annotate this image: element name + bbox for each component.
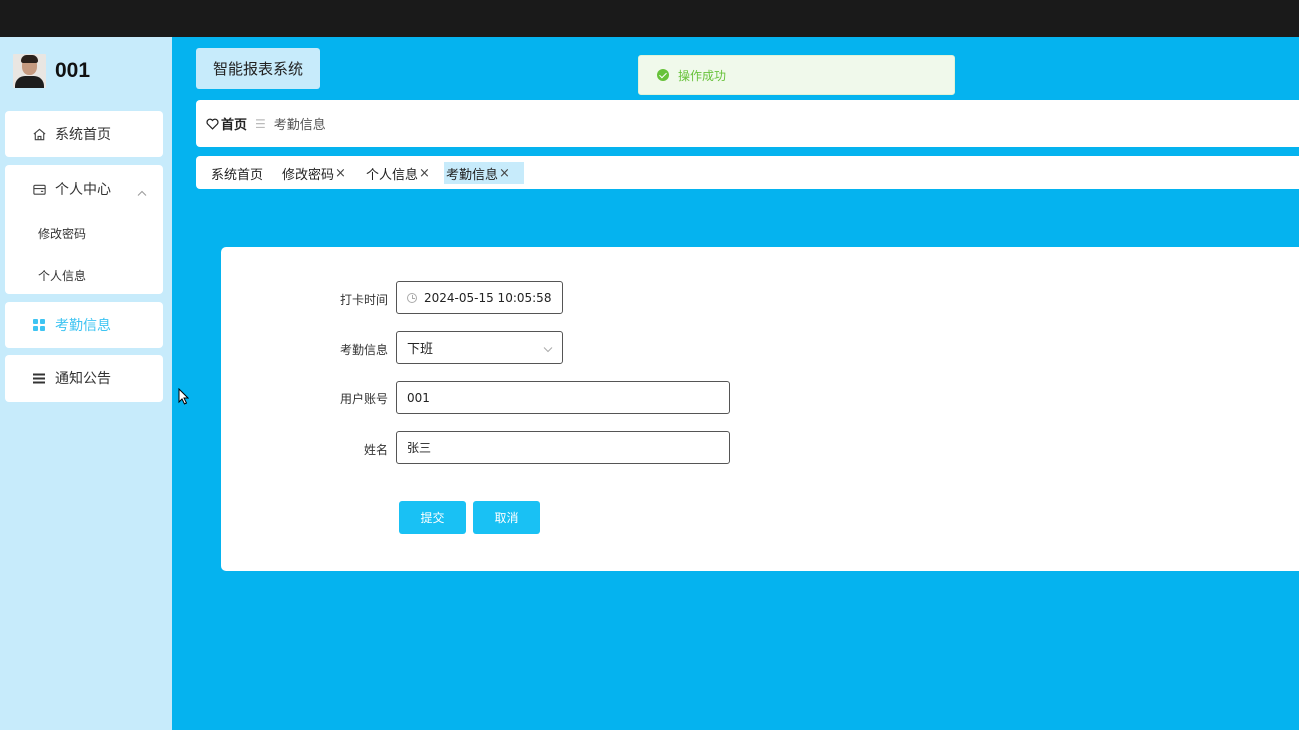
submit-button[interactable]: 提交 [399,501,466,534]
main-content: 智能报表系统 操作成功 首页 ☰ 考勤信息 系统首页 修改密码 × 个人信息 × 考… [172,37,1299,730]
breadcrumb-current: 考勤信息 [273,118,326,133]
close-icon[interactable]: × [419,166,430,181]
punch-time-picker[interactable]: 2024-05-15 10:05:58 [396,281,563,314]
punch-time-label: 打卡时间 [339,293,388,307]
sidebar-item-label: 个人中心 [55,182,111,198]
tab-attendance[interactable]: 考勤信息 × [444,162,524,184]
sidebar-card-home: 系统首页 [5,111,163,157]
check-circle-icon [657,69,669,81]
sidebar-item-label: 通知公告 [55,371,111,387]
sidebar-item-label: 系统首页 [55,127,111,143]
user-profile[interactable]: 001 [13,53,90,89]
breadcrumb-separator-icon: ☰ [255,116,266,131]
app-title: 智能报表系统 [196,48,320,89]
sidebar-item-personal-center[interactable]: 个人中心 [5,166,163,212]
list-icon [31,370,47,386]
breadcrumb: 首页 ☰ 考勤信息 [196,100,1299,147]
success-toast: 操作成功 [638,55,955,95]
wallet-icon [31,181,47,197]
name-input[interactable]: 张三 [396,431,730,464]
grid-icon [31,317,47,333]
sidebar-subitem-change-password[interactable]: 修改密码 [38,225,86,242]
breadcrumb-home[interactable]: 首页 [206,114,247,133]
tab-home[interactable]: 系统首页 [209,162,265,184]
sidebar-card-attendance: 考勤信息 [5,302,163,348]
sidebar-card-personal: 个人中心 修改密码 个人信息 [5,165,163,294]
clock-icon [407,292,417,303]
sidebar-item-label: 考勤信息 [55,318,111,334]
tab-change-password[interactable]: 修改密码 × [280,162,348,184]
close-icon[interactable]: × [335,166,346,181]
attendance-label: 考勤信息 [339,343,388,357]
name-label: 姓名 [363,443,388,457]
cancel-button[interactable]: 取消 [473,501,540,534]
sidebar-item-notice[interactable]: 通知公告 [5,355,163,401]
sidebar-item-attendance[interactable]: 考勤信息 [5,302,163,348]
chevron-up-icon[interactable] [137,185,147,201]
toast-message: 操作成功 [678,68,727,83]
heart-icon [206,118,219,130]
window-top-bar [0,0,1299,37]
attendance-select[interactable]: 下班 [396,331,563,364]
username: 001 [55,59,91,82]
avatar[interactable] [13,54,46,88]
close-icon[interactable]: × [499,166,510,181]
account-label: 用户账号 [339,392,388,406]
sidebar-subitem-personal-info[interactable]: 个人信息 [38,267,86,284]
home-icon [31,126,47,142]
sidebar-item-home[interactable]: 系统首页 [5,111,163,157]
tab-bar: 系统首页 修改密码 × 个人信息 × 考勤信息 × [196,156,1299,189]
account-input[interactable]: 001 [396,381,730,414]
mouse-cursor-icon [178,387,190,409]
sidebar-card-notice: 通知公告 [5,355,163,402]
chevron-down-icon [543,342,553,357]
attendance-form-panel: 打卡时间 2024-05-15 10:05:58 考勤信息 下班 用户账号 00… [221,247,1299,571]
tab-personal-info[interactable]: 个人信息 × [364,162,432,184]
sidebar: 001 系统首页 个人中心 修改密码 个人信息 考勤信息 通知公告 [0,37,172,730]
